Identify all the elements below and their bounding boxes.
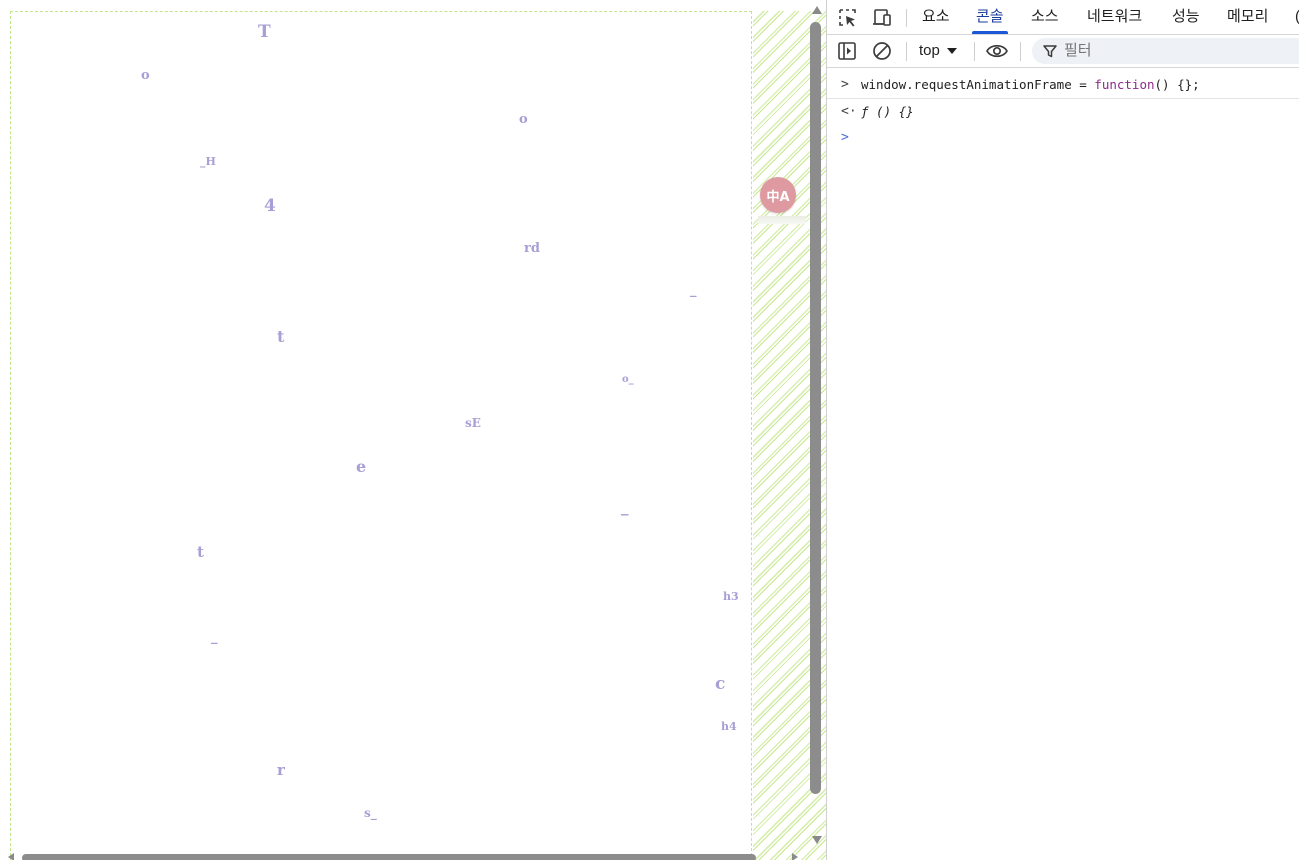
code-keyword: function	[1094, 77, 1155, 92]
tab-separator	[906, 9, 907, 27]
context-label: top	[919, 42, 940, 59]
dropdown-arrow-icon	[946, 48, 957, 55]
toolbar-separator	[1020, 42, 1021, 61]
context-selector[interactable]: top	[919, 39, 957, 63]
filter-input[interactable]	[1064, 38, 1284, 64]
sidebar-toggle-icon[interactable]	[836, 40, 858, 62]
device-toolbar-icon[interactable]	[871, 7, 893, 29]
tab-memory[interactable]: 메모리	[1223, 0, 1272, 34]
vertical-scroll-thumb[interactable]	[810, 22, 821, 794]
toolbar-separator	[974, 42, 975, 61]
tab-sources[interactable]: 소스	[1027, 0, 1063, 34]
console-input-entry: > window.requestAnimationFrame = functio…	[827, 68, 1299, 99]
scattered-letter: o	[141, 68, 150, 83]
page-viewport: T o o _H 4 rd _ t o_ sE e _ t h3 _ c h4 …	[0, 0, 826, 860]
live-expression-icon[interactable]	[985, 40, 1009, 62]
scattered-letter: t	[197, 543, 204, 561]
scattered-letter: r	[277, 761, 285, 779]
code-before: window.requestAnimationFrame =	[861, 77, 1095, 92]
devtools-panel: 요소 콘솔 소스 네트워크 성능 메모리 ( top	[826, 0, 1299, 860]
console-log: > window.requestAnimationFrame = functio…	[827, 68, 1299, 151]
input-chevron-icon: >	[841, 77, 849, 92]
translate-icon[interactable]: 中A	[760, 177, 796, 213]
console-result-value[interactable]: ƒ () {}	[861, 99, 914, 125]
scattered-letter: o_	[622, 374, 634, 385]
prompt-chevron-icon: >	[841, 130, 849, 145]
vertical-scrollbar[interactable]	[808, 0, 824, 860]
console-result-entry: <· ƒ () {}	[827, 99, 1299, 125]
translate-badge-label: 中A	[766, 189, 790, 205]
scattered-letter: c	[715, 674, 726, 694]
scattered-letter: T	[258, 22, 271, 42]
horizontal-scrollbar[interactable]	[0, 852, 808, 860]
horizontal-scroll-thumb[interactable]	[22, 854, 756, 860]
result-arrow-icon: <·	[841, 104, 857, 119]
scattered-letter: sE	[465, 416, 481, 430]
browser-window: T o o _H 4 rd _ t o_ sE e _ t h3 _ c h4 …	[0, 0, 1299, 860]
scattered-letter: _	[211, 630, 218, 645]
scattered-letter: rd	[524, 241, 540, 256]
scattered-letter: h3	[723, 590, 739, 603]
scroll-left-arrow-icon[interactable]	[8, 853, 14, 860]
badge-shadow	[758, 216, 806, 224]
scroll-up-arrow-icon[interactable]	[812, 6, 822, 14]
scattered-letter: s_	[364, 806, 377, 820]
scroll-down-arrow-icon[interactable]	[812, 836, 822, 844]
page-frame	[10, 11, 752, 860]
tab-performance[interactable]: 성능	[1168, 0, 1204, 34]
toolbar-separator	[906, 42, 907, 61]
scattered-letter: _H	[200, 155, 216, 168]
tab-elements[interactable]: 요소	[918, 0, 954, 34]
tab-network[interactable]: 네트워크	[1083, 0, 1146, 34]
console-prompt[interactable]: >	[827, 125, 1299, 151]
scattered-letter: h4	[721, 720, 737, 733]
scattered-letter: o	[519, 112, 528, 127]
scattered-letter: t	[277, 327, 285, 346]
filter-icon	[1043, 45, 1057, 58]
scattered-letter: _	[621, 498, 629, 516]
scroll-right-arrow-icon[interactable]	[792, 853, 798, 860]
scattered-letter: 4	[264, 196, 276, 216]
console-toolbar: top	[827, 35, 1299, 68]
tab-console[interactable]: 콘솔	[972, 0, 1008, 34]
devtools-tab-bar: 요소 콘솔 소스 네트워크 성능 메모리 (	[827, 0, 1299, 35]
code-after: () {};	[1154, 77, 1200, 92]
scattered-letter: _	[690, 283, 697, 298]
console-input-code[interactable]: window.requestAnimationFrame = function(…	[861, 68, 1200, 102]
scattered-letter: e	[356, 457, 367, 476]
inspect-element-icon[interactable]	[837, 7, 859, 29]
filter-box[interactable]	[1032, 38, 1299, 64]
clear-console-icon[interactable]	[871, 40, 893, 62]
tab-overflow[interactable]: (	[1291, 0, 1299, 34]
